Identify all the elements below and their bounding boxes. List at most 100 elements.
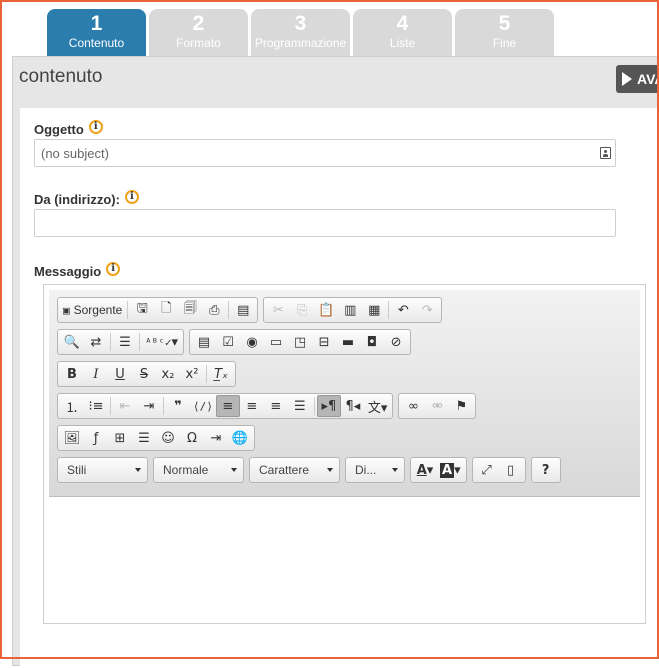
unlink-icon[interactable]: ⚮ <box>425 395 449 417</box>
redo-icon[interactable]: ↷ <box>415 299 439 321</box>
step-liste[interactable]: 4 Liste <box>353 9 452 57</box>
print-icon[interactable]: ⎙ <box>202 299 226 321</box>
address-book-icon[interactable] <box>600 147 611 159</box>
find-icon[interactable]: 🔍 <box>60 331 84 353</box>
checkbox-icon[interactable]: ☑ <box>216 331 240 353</box>
language-icon[interactable]: 文▾ <box>365 395 391 417</box>
step-contenuto[interactable]: 1 Contenuto <box>47 9 146 57</box>
source-icon: ▣ <box>63 303 70 317</box>
paste-text-icon[interactable]: ▥ <box>338 299 362 321</box>
info-icon[interactable]: i <box>124 189 139 204</box>
chevron-down-icon <box>135 468 141 472</box>
anchor-flag-icon[interactable]: ⚑ <box>449 395 473 417</box>
format-dropdown[interactable]: Normale <box>153 457 244 483</box>
styles-value: Stili <box>67 463 87 477</box>
maximize-icon[interactable]: ⤢ <box>475 459 499 481</box>
hidden-field-icon[interactable]: ⊘ <box>384 331 408 353</box>
step-label: Fine <box>492 36 517 50</box>
remove-format-icon[interactable]: T̲ₓ <box>209 363 233 385</box>
undo-icon[interactable]: ↶ <box>391 299 415 321</box>
numbered-list-icon[interactable]: ⒈ <box>60 395 84 417</box>
italic-icon[interactable]: I <box>84 363 108 385</box>
styles-dropdown[interactable]: Stili <box>57 457 148 483</box>
form-icon[interactable]: ▤ <box>192 331 216 353</box>
step-formato[interactable]: 2 Formato <box>149 9 248 57</box>
step-fine[interactable]: 5 Fine <box>455 9 554 57</box>
underline-icon[interactable]: U <box>108 363 132 385</box>
align-left-icon[interactable]: ≡ <box>215 395 240 417</box>
spellcheck-icon[interactable]: ᴬᴮᶜ✓ ▾ <box>142 331 181 353</box>
preview-icon[interactable]: 🗐 <box>178 299 202 321</box>
copy-icon[interactable]: ⎘ <box>290 299 314 321</box>
special-char-icon[interactable]: Ω <box>180 427 204 449</box>
image-button-icon[interactable]: ◘ <box>360 331 384 353</box>
separator <box>110 397 111 415</box>
page-break-icon[interactable]: ⇥ <box>204 427 228 449</box>
image-icon[interactable]: 🖼 <box>60 427 84 449</box>
bulleted-list-icon[interactable]: ⁝≡ <box>84 395 108 417</box>
separator <box>163 397 164 415</box>
separator <box>110 333 111 351</box>
from-address-input[interactable] <box>34 209 616 237</box>
new-page-icon[interactable]: 🗋 <box>154 299 178 321</box>
select-all-icon[interactable]: ☰ <box>113 331 137 353</box>
toolbar-group-about: ? <box>530 457 561 483</box>
step-programmazione[interactable]: 3 Programmazione <box>251 9 350 57</box>
info-icon[interactable]: i <box>88 119 103 134</box>
replace-icon[interactable]: ⇄ <box>84 331 108 353</box>
textarea-icon[interactable]: ◳ <box>288 331 312 353</box>
textfield-icon[interactable]: ▭ <box>264 331 288 353</box>
horizontal-rule-icon[interactable]: ☰ <box>132 427 156 449</box>
paste-word-icon[interactable]: ▦ <box>362 299 386 321</box>
step-label: Liste <box>389 36 416 50</box>
superscript-icon[interactable]: x² <box>180 363 204 385</box>
save-icon[interactable]: 🖫 <box>130 299 154 321</box>
ltr-icon[interactable]: ▸¶ <box>316 395 341 417</box>
subject-label: Oggetto i <box>34 119 103 137</box>
panel-title: contenuto <box>19 66 103 87</box>
indent-icon[interactable]: ⇥ <box>137 395 161 417</box>
radio-icon[interactable]: ◉ <box>240 331 264 353</box>
button-icon[interactable]: ▬ <box>336 331 360 353</box>
format-value: Normale <box>163 463 209 477</box>
cut-icon[interactable]: ✂ <box>266 299 290 321</box>
table-icon[interactable]: ⊞ <box>108 427 132 449</box>
background-color-icon[interactable]: A ▾ <box>437 459 464 481</box>
iframe-globe-icon[interactable]: 🌐 <box>228 427 252 449</box>
source-button[interactable]: ▣ Sorgente <box>60 299 125 321</box>
align-center-icon[interactable]: ≡ <box>240 395 264 417</box>
help-button[interactable]: ? <box>534 459 558 481</box>
subject-label-text: Oggetto <box>34 122 84 137</box>
step-number: 4 <box>396 12 409 35</box>
select-icon[interactable]: ⊟ <box>312 331 336 353</box>
align-right-icon[interactable]: ≡ <box>264 395 288 417</box>
strike-icon[interactable]: S <box>132 363 156 385</box>
show-blocks-icon[interactable]: ▯ <box>499 459 523 481</box>
subscript-icon[interactable]: x₂ <box>156 363 180 385</box>
smiley-icon[interactable]: ☺ <box>156 427 180 449</box>
next-button[interactable]: AVA <box>616 65 659 93</box>
font-dropdown[interactable]: Carattere <box>249 457 340 483</box>
wizard-steps: 1 Contenuto 2 Formato 3 Programmazione 4… <box>47 9 554 57</box>
flash-icon[interactable]: ƒ <box>84 427 108 449</box>
separator <box>228 301 230 319</box>
justify-icon[interactable]: ☰ <box>288 395 312 417</box>
outdent-icon[interactable]: ⇤ <box>113 395 137 417</box>
chevron-down-icon <box>231 468 237 472</box>
rtl-icon[interactable]: ¶◂ <box>341 395 365 417</box>
toolbar-group-basicstyles: B I U S x₂ x² T̲ₓ <box>57 361 236 387</box>
bold-icon[interactable]: B <box>60 363 84 385</box>
text-color-icon[interactable]: A ▾ <box>413 459 437 481</box>
blockquote-icon[interactable]: ❞ <box>166 395 190 417</box>
info-icon[interactable]: i <box>106 261 121 276</box>
editor-content-area[interactable] <box>49 497 640 622</box>
div-container-icon[interactable]: ⟨/⟩ <box>190 395 216 417</box>
subject-input[interactable]: (no subject) <box>34 139 616 167</box>
toolbar-row: ▣ Sorgente 🖫 🗋 🗐 ⎙ ▤ ✂ ⎘ 📋 ▥ ▦ ↶ ↷ <box>57 297 443 323</box>
paste-icon[interactable]: 📋 <box>314 299 338 321</box>
link-icon[interactable]: ∞ <box>401 395 425 417</box>
size-dropdown[interactable]: Di... <box>345 457 405 483</box>
step-number: 3 <box>294 12 307 35</box>
toolbar-group-forms: ▤ ☑ ◉ ▭ ◳ ⊟ ▬ ◘ ⊘ <box>189 329 412 355</box>
templates-icon[interactable]: ▤ <box>231 299 255 321</box>
